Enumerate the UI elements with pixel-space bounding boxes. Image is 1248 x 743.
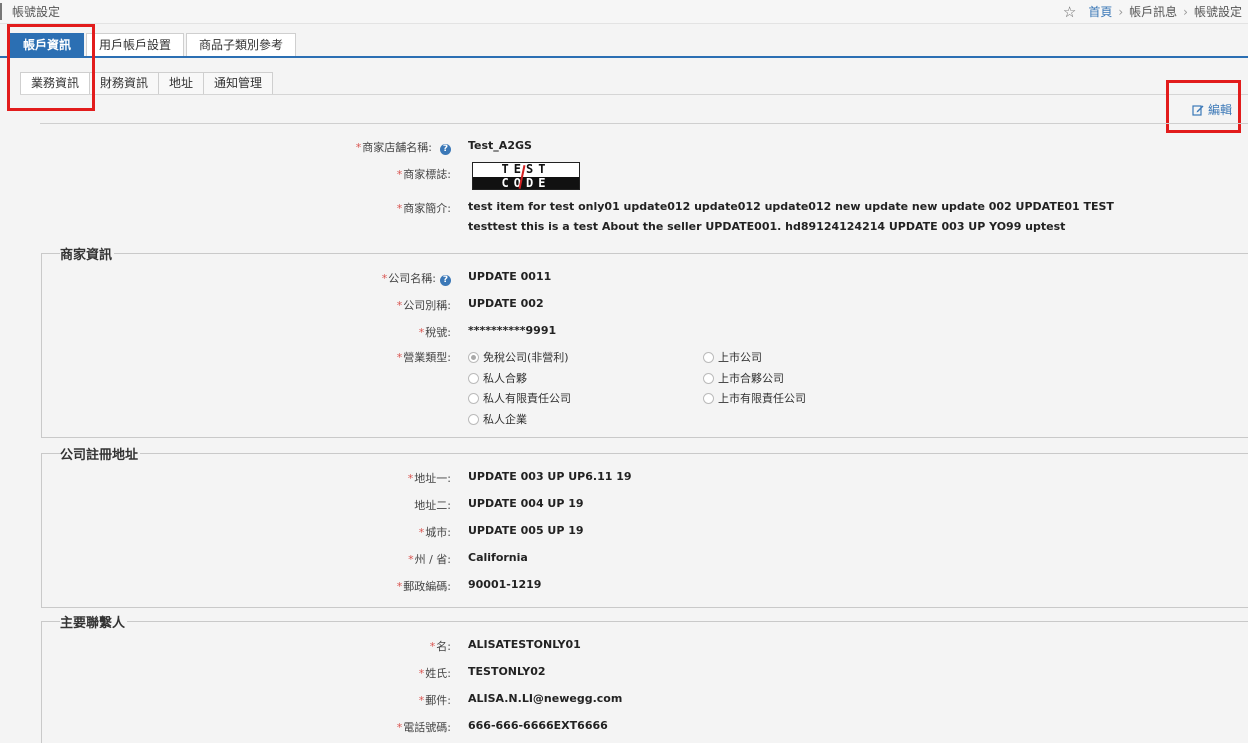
zip-label: *郵政編碼:	[396, 580, 451, 593]
address1-label: *地址一:	[407, 472, 451, 485]
state-value: California	[468, 551, 528, 564]
company-name-label: *公司名稱:?	[382, 270, 451, 286]
state-label: *州 / 省:	[408, 553, 451, 566]
breadcrumb: ☆ 首頁 › 帳戶訊息 › 帳號設定	[1063, 3, 1242, 20]
row-company-alias: *公司別稱: UPDATE 002	[0, 297, 1248, 317]
company-alias-label: *公司別稱:	[396, 299, 451, 312]
help-icon[interactable]: ?	[440, 144, 451, 155]
address-legend: 公司註冊地址	[60, 444, 141, 463]
subtab-address[interactable]: 地址	[158, 72, 204, 95]
breadcrumb-home-link[interactable]: 首頁	[1088, 3, 1112, 20]
row-email: *郵件: ALISA.N.LI@newegg.com	[0, 692, 1248, 712]
store-intro-line1: test item for test only01 update012 upda…	[468, 200, 1114, 213]
phone-label: *電話號碼:	[396, 721, 451, 734]
first-name-value: ALISATESTONLY01	[468, 638, 581, 651]
company-legend: 商家資訊	[60, 244, 115, 263]
radio-public-llc[interactable]: 上市有限責任公司	[703, 390, 806, 406]
tax-id-label: *稅號:	[418, 326, 451, 339]
first-name-label: *名:	[429, 640, 451, 653]
contact-legend: 主要聯繫人	[60, 612, 128, 631]
row-address2: 地址二: UPDATE 004 UP 19	[0, 497, 1248, 517]
row-state: *州 / 省: California	[0, 551, 1248, 571]
breadcrumb-current: 帳號設定	[1193, 5, 1242, 19]
city-label: *城市:	[418, 526, 451, 539]
row-tax-id: *稅號: **********9991	[0, 324, 1248, 344]
tab-subcategory-reference[interactable]: 商品子類別參考	[186, 33, 297, 57]
row-last-name: *姓氏: TESTONLY02	[0, 665, 1248, 685]
store-logo-label: *商家標誌:	[396, 168, 451, 181]
last-name-label: *姓氏:	[418, 667, 451, 680]
store-intro-line2: testtest this is a test About the seller…	[468, 220, 1066, 233]
row-first-name: *名: ALISATESTONLY01	[0, 638, 1248, 658]
radio-public-company[interactable]: 上市公司	[703, 349, 762, 365]
top-bar: 帳號設定 ☆ 首頁 › 帳戶訊息 › 帳號設定	[0, 0, 1248, 24]
store-name-value: Test_A2GS	[468, 139, 532, 152]
section-divider	[40, 123, 1248, 124]
radio-private-enterprise[interactable]: 私人企業	[468, 411, 527, 427]
last-name-value: TESTONLY02	[468, 665, 546, 678]
zip-value: 90001-1219	[468, 578, 542, 591]
business-type-label: *營業類型:	[396, 351, 451, 364]
row-business-type: *營業類型:	[0, 349, 1248, 369]
store-intro-label: *商家簡介:	[396, 202, 451, 215]
address1-value: UPDATE 003 UP UP6.11 19	[468, 470, 632, 483]
row-store-intro: *商家簡介: test item for test only01 update0…	[0, 200, 1248, 220]
radio-private-partnership[interactable]: 私人合夥	[468, 370, 527, 386]
tab-underline	[0, 56, 1248, 58]
page-title: 帳號設定	[0, 3, 60, 20]
radio-nonprofit[interactable]: 免稅公司(非營利)	[468, 349, 569, 365]
subtab-notification-management[interactable]: 通知管理	[203, 72, 274, 95]
radio-public-partnership[interactable]: 上市合夥公司	[703, 370, 784, 386]
company-alias-value: UPDATE 002	[468, 297, 544, 310]
subtab-financial-info[interactable]: 財務資訊	[89, 72, 159, 95]
tax-id-value: **********9991	[468, 324, 557, 337]
row-city: *城市: UPDATE 005 UP 19	[0, 524, 1248, 544]
row-store-intro-2: testtest this is a test About the seller…	[0, 220, 1248, 240]
breadcrumb-separator: ›	[1183, 4, 1188, 19]
row-zip: *郵政編碼: 90001-1219	[0, 578, 1248, 598]
store-name-label: *商家店舖名稱:?	[356, 139, 451, 155]
breadcrumb-account-info[interactable]: 帳戶訊息	[1129, 3, 1177, 20]
highlight-box-tabs	[7, 24, 95, 111]
address2-value: UPDATE 004 UP 19	[468, 497, 584, 510]
subtab-underline	[20, 94, 1248, 95]
breadcrumb-separator: ›	[1118, 4, 1124, 19]
row-store-name: *商家店舖名稱:? Test_A2GS	[0, 139, 1248, 159]
email-label: *郵件:	[418, 694, 451, 707]
phone-value: 666-666-6666EXT6666	[468, 719, 608, 732]
email-value: ALISA.N.LI@newegg.com	[468, 692, 623, 705]
tab-user-account-settings[interactable]: 用戶帳戶設置	[86, 33, 185, 57]
row-company-name: *公司名稱:? UPDATE 0011	[0, 270, 1248, 290]
city-value: UPDATE 005 UP 19	[468, 524, 584, 537]
star-icon[interactable]: ☆	[1063, 4, 1076, 19]
store-logo-image: TEST CODE	[472, 162, 580, 190]
company-name-value: UPDATE 0011	[468, 270, 552, 283]
address2-label: 地址二:	[414, 499, 451, 512]
row-address1: *地址一: UPDATE 003 UP UP6.11 19	[0, 470, 1248, 490]
row-phone: *電話號碼: 666-666-6666EXT6666	[0, 719, 1248, 739]
row-store-logo: *商家標誌:	[0, 166, 1248, 186]
highlight-box-edit	[1166, 80, 1241, 133]
help-icon[interactable]: ?	[440, 275, 451, 286]
radio-private-llc[interactable]: 私人有限責任公司	[468, 390, 571, 406]
